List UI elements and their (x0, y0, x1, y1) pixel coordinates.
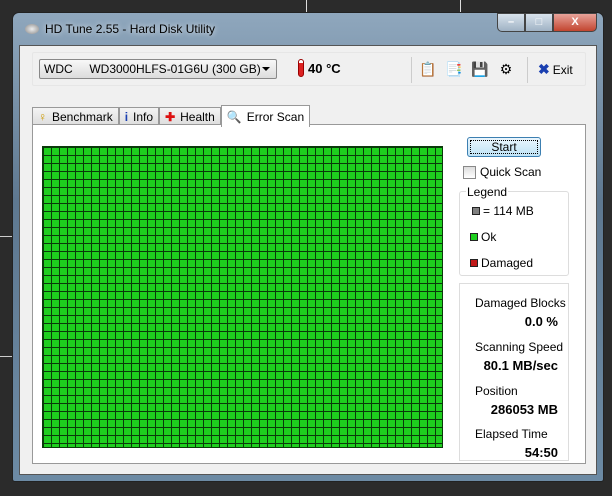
legend-ok: Ok (481, 230, 497, 244)
minimize-button[interactable]: – (497, 13, 525, 32)
legend-title: Legend (466, 185, 509, 199)
damaged-blocks-label: Damaged Blocks (475, 296, 566, 310)
tab-bar: ♀ Benchmark i Info ✚ Health 🔍 Error Scan (32, 104, 311, 127)
toolbar: WDC WD3000HLFS-01G6U (300 GB) 40 °C 📋 📑 … (32, 52, 586, 86)
health-icon: ✚ (165, 110, 176, 124)
checkbox[interactable] (463, 165, 476, 179)
temperature-value: 40 °C (308, 60, 341, 76)
thermometer-icon (298, 59, 304, 77)
title-bar: HD Tune 2.55 - Hard Disk Utility (25, 20, 215, 38)
window-title: HD Tune 2.55 - Hard Disk Utility (45, 22, 216, 36)
position-label: Position (475, 384, 518, 398)
ok-swatch (470, 233, 478, 241)
block-map (42, 146, 443, 448)
exit-label: Exit (552, 62, 573, 77)
tab-label: Benchmark (52, 110, 113, 124)
background-line (0, 356, 12, 357)
drive-select[interactable]: WDC WD3000HLFS-01G6U (300 GB) (39, 59, 277, 79)
elapsed-time-label: Elapsed Time (475, 427, 548, 441)
damaged-swatch (470, 259, 478, 267)
info-icon: i (124, 110, 129, 124)
scan-stats: Damaged Blocks 0.0 % Scanning Speed 80.1… (459, 283, 569, 461)
background-line (460, 0, 461, 12)
chevron-down-icon (262, 67, 270, 75)
tab-label: Info (133, 110, 154, 124)
legend-block: = 114 MB (483, 204, 534, 218)
quick-scan-label: Quick Scan (480, 165, 542, 179)
options-icon[interactable]: ⚙ (497, 60, 515, 78)
block-swatch (472, 207, 480, 215)
legend: Legend = 114 MB Ok Damaged (459, 185, 569, 276)
position-value: 286053 MB (490, 402, 558, 417)
benchmark-icon: ♀ (38, 110, 47, 124)
start-button[interactable]: Start (467, 137, 541, 157)
elapsed-time-value: 54:50 (524, 445, 558, 460)
background-line (0, 236, 12, 237)
search-icon: 🔍 (226, 109, 242, 124)
exit-button[interactable]: ✖ Exit (538, 61, 573, 78)
exit-icon: ✖ (538, 61, 550, 77)
save-icon[interactable]: 💾 (471, 60, 489, 78)
app-window: HD Tune 2.55 - Hard Disk Utility – □ X W… (12, 12, 604, 482)
temperature: 40 °C (298, 59, 341, 77)
tab-label: Health (180, 110, 215, 124)
drive-select-value: WDC WD3000HLFS-01G6U (300 GB) (44, 62, 261, 76)
app-icon (25, 24, 39, 34)
client-area: WDC WD3000HLFS-01G6U (300 GB) 40 °C 📋 📑 … (19, 45, 597, 475)
background-line (306, 0, 307, 12)
damaged-blocks-value: 0.0 % (524, 314, 558, 329)
copy-icon[interactable]: 📋 (419, 60, 437, 78)
maximize-button[interactable]: □ (525, 13, 553, 32)
separator (411, 57, 412, 83)
close-button[interactable]: X (553, 13, 597, 32)
scanning-speed-value: 80.1 MB/sec (483, 358, 558, 373)
separator (527, 57, 528, 83)
scanning-speed-label: Scanning Speed (475, 340, 564, 354)
quick-scan-checkbox[interactable]: Quick Scan (463, 165, 541, 179)
legend-damaged: Damaged (481, 256, 534, 270)
error-scan-panel: Start Quick Scan Legend = 114 MB Ok Dama… (32, 124, 586, 464)
copy-all-icon[interactable]: 📑 (445, 60, 463, 78)
tab-label: Error Scan (246, 109, 305, 124)
tab-error-scan[interactable]: 🔍 Error Scan (220, 105, 311, 127)
